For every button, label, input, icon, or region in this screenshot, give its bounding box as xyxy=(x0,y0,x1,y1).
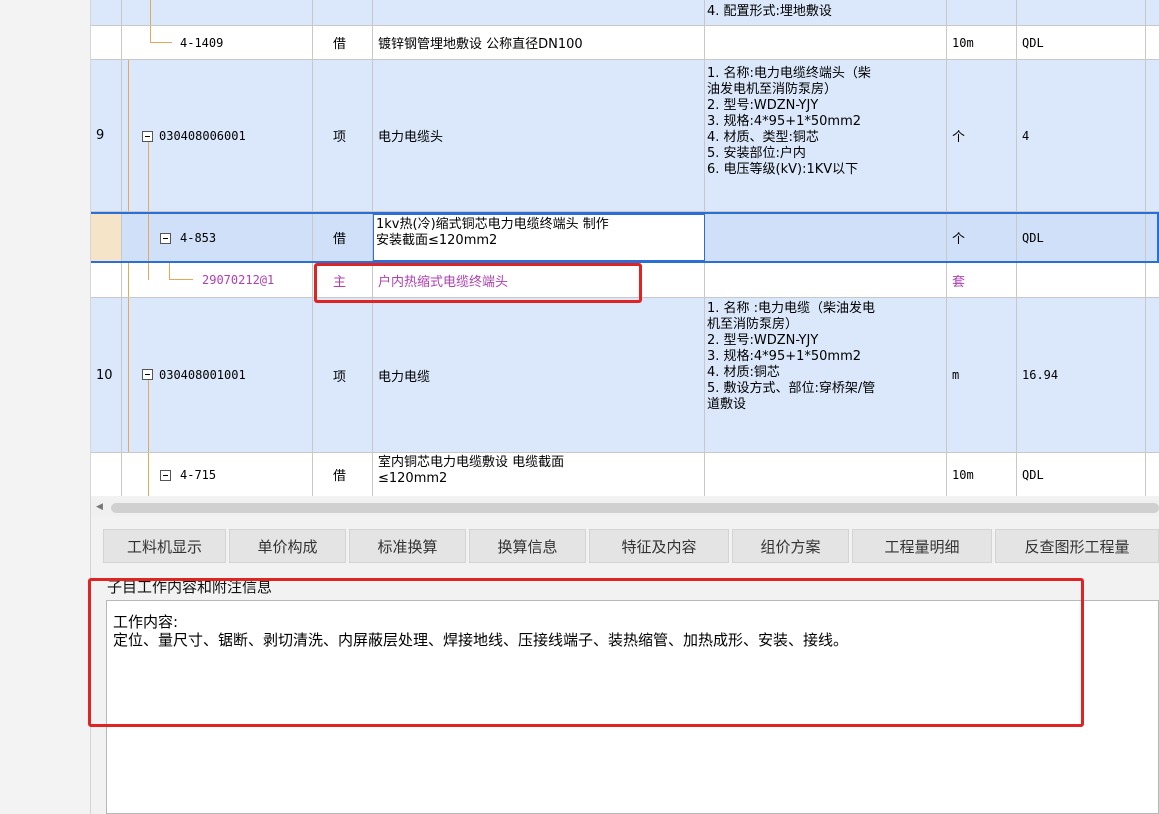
row-number: 9 xyxy=(96,128,105,143)
work-content-panel: 子目工作内容和附注信息 工作内容: 定位、量尺寸、锯断、剥切清洗、内屏蔽层处理、… xyxy=(91,570,1159,814)
left-gutter xyxy=(0,0,91,814)
collapse-icon[interactable] xyxy=(142,131,153,142)
item-type: 项 xyxy=(333,369,347,385)
item-type: 项 xyxy=(333,130,347,145)
item-name: 户内热缩式电缆终端头 xyxy=(378,274,509,290)
item-qty: QDL xyxy=(1022,35,1044,50)
item-type: 借 xyxy=(333,469,347,484)
tab-conversion-info[interactable]: 换算信息 xyxy=(469,529,586,563)
item-unit: 10m xyxy=(952,467,974,482)
item-qty: 4 xyxy=(1022,128,1030,143)
table-row[interactable]: 4. 配置形式:埋地敷设 xyxy=(91,0,1159,26)
tab-labor-material[interactable]: 工料机显示 xyxy=(103,529,226,563)
item-unit: 个 xyxy=(952,130,966,145)
table-row[interactable]: 4-1409 借 镀锌钢管埋地敷设 公称直径DN100 10m QDL xyxy=(91,26,1159,60)
row-number: 10 xyxy=(96,367,113,383)
item-name: 室内铜芯电力电缆敷设 电缆截面 ≤120mm2 xyxy=(378,455,565,486)
tab-standard-conversion[interactable]: 标准换算 xyxy=(349,529,466,563)
table-row[interactable]: 10 030408001001 项 电力电缆 1. 名称 :电力电缆（柴油发电 … xyxy=(91,298,1159,453)
table-row-selected[interactable]: 4-853 借 1kv热(冷)缩式铜芯电力电缆终端头 制作 安装截面≤120mm… xyxy=(91,212,1159,263)
collapse-icon[interactable] xyxy=(160,470,171,481)
tab-reverse-graphic-quantity[interactable]: 反查图形工程量 xyxy=(995,529,1159,563)
scroll-left-icon[interactable]: ◀ xyxy=(96,502,103,512)
tab-pricing-scheme[interactable]: 组价方案 xyxy=(732,529,849,563)
work-content-textarea[interactable]: 工作内容: 定位、量尺寸、锯断、剥切清洗、内屏蔽层处理、焊接地线、压接线端子、装… xyxy=(106,600,1159,814)
tab-unit-price[interactable]: 单价构成 xyxy=(229,529,346,563)
feature-text: 4. 配置形式:埋地敷设 xyxy=(707,4,832,19)
item-qty: 16.94 xyxy=(1022,368,1059,382)
material-code: 29070212@1 xyxy=(202,273,275,287)
feature-text: 1. 名称 :电力电缆（柴油发电 机至消防泵房） 2. 型号:WDZN-YJY … xyxy=(707,301,876,412)
work-content-label: 工作内容: xyxy=(113,613,179,631)
item-unit: 个 xyxy=(952,232,966,247)
panel-title: 子目工作内容和附注信息 xyxy=(107,578,273,596)
item-name: 电力电缆 xyxy=(378,369,431,385)
item-type: 借 xyxy=(333,232,347,247)
table-row[interactable]: 29070212@1 主 户内热缩式电缆终端头 套 xyxy=(91,263,1159,298)
item-unit: m xyxy=(952,368,960,382)
scrollbar-thumb[interactable] xyxy=(111,503,1159,513)
item-unit: 套 xyxy=(952,274,966,290)
item-qty: QDL xyxy=(1022,230,1044,245)
item-type: 借 xyxy=(333,37,347,52)
work-content-text: 定位、量尺寸、锯断、剥切清洗、内屏蔽层处理、焊接地线、压接线端子、装热缩管、加热… xyxy=(113,631,849,649)
tab-features-content[interactable]: 特征及内容 xyxy=(589,529,729,563)
item-code: 4-715 xyxy=(180,467,217,482)
item-type: 主 xyxy=(333,274,347,290)
collapse-icon[interactable] xyxy=(142,369,153,380)
item-name: 镀锌钢管埋地敷设 公称直径DN100 xyxy=(378,37,583,52)
horizontal-scrollbar[interactable]: ◀ xyxy=(91,500,1159,516)
item-unit: 10m xyxy=(952,35,974,50)
item-code: 4-853 xyxy=(180,230,217,245)
collapse-icon[interactable] xyxy=(160,233,171,244)
tab-quantity-detail[interactable]: 工程量明细 xyxy=(852,529,992,563)
table-row[interactable]: 9 030408006001 项 电力电缆头 1. 名称:电力电缆终端头（柴 油… xyxy=(91,60,1159,212)
detail-tabs: 工料机显示 单价构成 标准换算 换算信息 特征及内容 组价方案 工程量明细 反查… xyxy=(91,520,1159,570)
table-row[interactable]: 4-715 借 室内铜芯电力电缆敷设 电缆截面 ≤120mm2 10m QDL xyxy=(91,453,1159,496)
bill-of-quantities-grid: 4. 配置形式:埋地敷设 4-1409 借 镀锌钢管埋地敷设 公称直径DN100… xyxy=(91,0,1159,496)
item-name: 电力电缆头 xyxy=(378,130,444,145)
feature-text: 1. 名称:电力电缆终端头（柴 油发电机至消防泵房） 2. 型号:WDZN-YJ… xyxy=(707,66,871,177)
item-name[interactable]: 1kv热(冷)缩式铜芯电力电缆终端头 制作 安装截面≤120mm2 xyxy=(374,215,704,249)
item-qty: QDL xyxy=(1022,467,1044,482)
